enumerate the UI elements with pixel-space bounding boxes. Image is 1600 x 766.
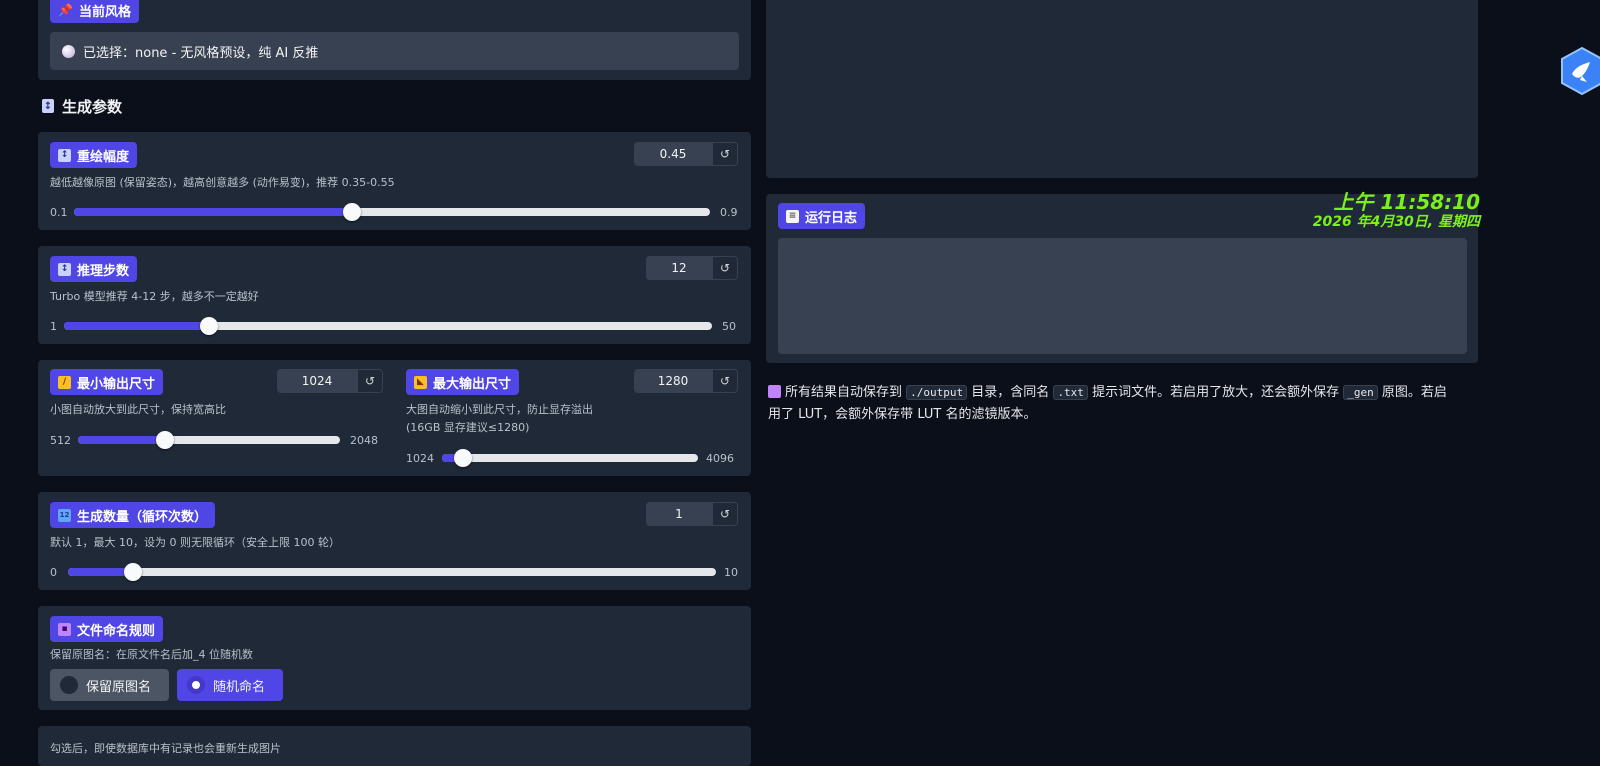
- ruler-icon: /: [58, 375, 71, 389]
- pin-icon: 📌: [58, 3, 73, 17]
- max-size-input[interactable]: 1280: [634, 369, 712, 393]
- gen-params-heading: ↕ 生成参数: [42, 97, 123, 116]
- code-gen: _gen: [1343, 385, 1378, 400]
- max-size-chip: ◣ 最大输出尺寸: [406, 369, 520, 395]
- min-size-slider[interactable]: [78, 431, 340, 449]
- triangle-ruler-icon: ◣: [414, 375, 427, 389]
- steps-min: 1: [50, 320, 57, 333]
- steps-reset-button[interactable]: ↺: [712, 256, 738, 280]
- min-size-slider-fill: [78, 436, 166, 444]
- code-txt: .txt: [1053, 385, 1088, 400]
- steps-chip: ↕ 推理步数: [50, 256, 138, 282]
- count-desc: 默认 1，最大 10，设为 0 则无限循环（安全上限 100 轮）: [50, 536, 340, 549]
- steps-max: 50: [722, 320, 736, 333]
- code-output-dir: ./output: [906, 385, 968, 400]
- radio-random-name[interactable]: 随机命名: [177, 669, 283, 701]
- naming-desc: 保留原图名：在原文件名后加_4 位随机数: [50, 648, 253, 661]
- radio-dot: [187, 676, 205, 694]
- assistant-bird-button[interactable]: [1560, 46, 1600, 96]
- numbers-icon: 12: [58, 508, 71, 522]
- max-size-desc: 大图自动缩小到此尺寸，防止显存溢出: [406, 403, 593, 416]
- min-size-desc: 小图自动放大到此尺寸，保持宽高比: [50, 403, 226, 416]
- selected-style-box: 已选择：none - 无风格预设，纯 AI 反推: [50, 32, 739, 70]
- min-size-reset-button[interactable]: ↺: [357, 369, 383, 393]
- ball-icon: [62, 44, 75, 58]
- max-size-reset-button[interactable]: ↺: [712, 369, 738, 393]
- bird-icon: [1561, 46, 1600, 96]
- count-slider-thumb[interactable]: [123, 563, 142, 581]
- count-input[interactable]: 1: [646, 502, 712, 526]
- min-size-max: 2048: [350, 434, 378, 447]
- denoise-input[interactable]: 0.45: [634, 142, 712, 166]
- denoise-reset-button[interactable]: ↺: [712, 142, 738, 166]
- selected-style-text: 已选择：none - 无风格预设，纯 AI 反推: [83, 45, 319, 61]
- radio-dot: [60, 676, 78, 694]
- denoise-desc: 越低越像原图 (保留姿态)，越高创意越多 (动作易变)，推荐 0.35-0.55: [50, 176, 395, 189]
- log-chip: ≡ 运行日志: [778, 203, 866, 229]
- floppy-icon: [768, 385, 781, 398]
- output-image-panel: [766, 0, 1478, 178]
- updown-icon: ↕: [58, 262, 71, 276]
- steps-desc: Turbo 模型推荐 4-12 步，越多不一定越好: [50, 290, 259, 303]
- denoise-chip: ↕ 重绘幅度: [50, 142, 138, 168]
- naming-chip: ▪ 文件命名规则: [50, 616, 164, 642]
- max-size-desc-2: (16GB 显存建议≤1280): [406, 421, 530, 434]
- denoise-min: 0.1: [50, 206, 68, 219]
- min-size-min: 512: [50, 434, 71, 447]
- current-style-chip: 📌 当前风格: [50, 0, 139, 23]
- floppy-icon: ▪: [58, 622, 71, 636]
- regenerate-desc: 勾选后，即使数据库中有记录也会重新生成图片: [50, 742, 281, 755]
- radio-keep-original-name[interactable]: 保留原图名: [50, 669, 169, 701]
- max-size-max: 4096: [706, 452, 734, 465]
- log-output[interactable]: [778, 238, 1467, 354]
- output-note: 所有结果自动保存到 ./output 目录，含同名 .txt 提示词文件。若启用…: [768, 385, 1447, 422]
- clipboard-icon: ≡: [786, 209, 799, 223]
- count-min: 0: [50, 566, 57, 579]
- denoise-slider[interactable]: [74, 203, 710, 221]
- max-size-min: 1024: [406, 452, 434, 465]
- updown-icon: ↕: [58, 148, 71, 162]
- steps-slider-fill: [64, 322, 210, 330]
- updown-icon: ↕: [42, 99, 54, 113]
- count-reset-button[interactable]: ↺: [712, 502, 738, 526]
- count-slider[interactable]: [68, 563, 716, 581]
- max-size-slider[interactable]: [442, 449, 698, 467]
- steps-slider[interactable]: [64, 317, 712, 335]
- denoise-slider-fill: [74, 208, 353, 216]
- clock-date: 2026 年4月30日, 星期四: [1312, 214, 1480, 230]
- count-chip: 12 生成数量（循环次数）: [50, 502, 216, 528]
- min-size-chip: / 最小输出尺寸: [50, 369, 164, 395]
- denoise-max: 0.9: [720, 206, 738, 219]
- steps-input[interactable]: 12: [646, 256, 712, 280]
- count-max: 10: [724, 566, 738, 579]
- min-size-input[interactable]: 1024: [277, 369, 357, 393]
